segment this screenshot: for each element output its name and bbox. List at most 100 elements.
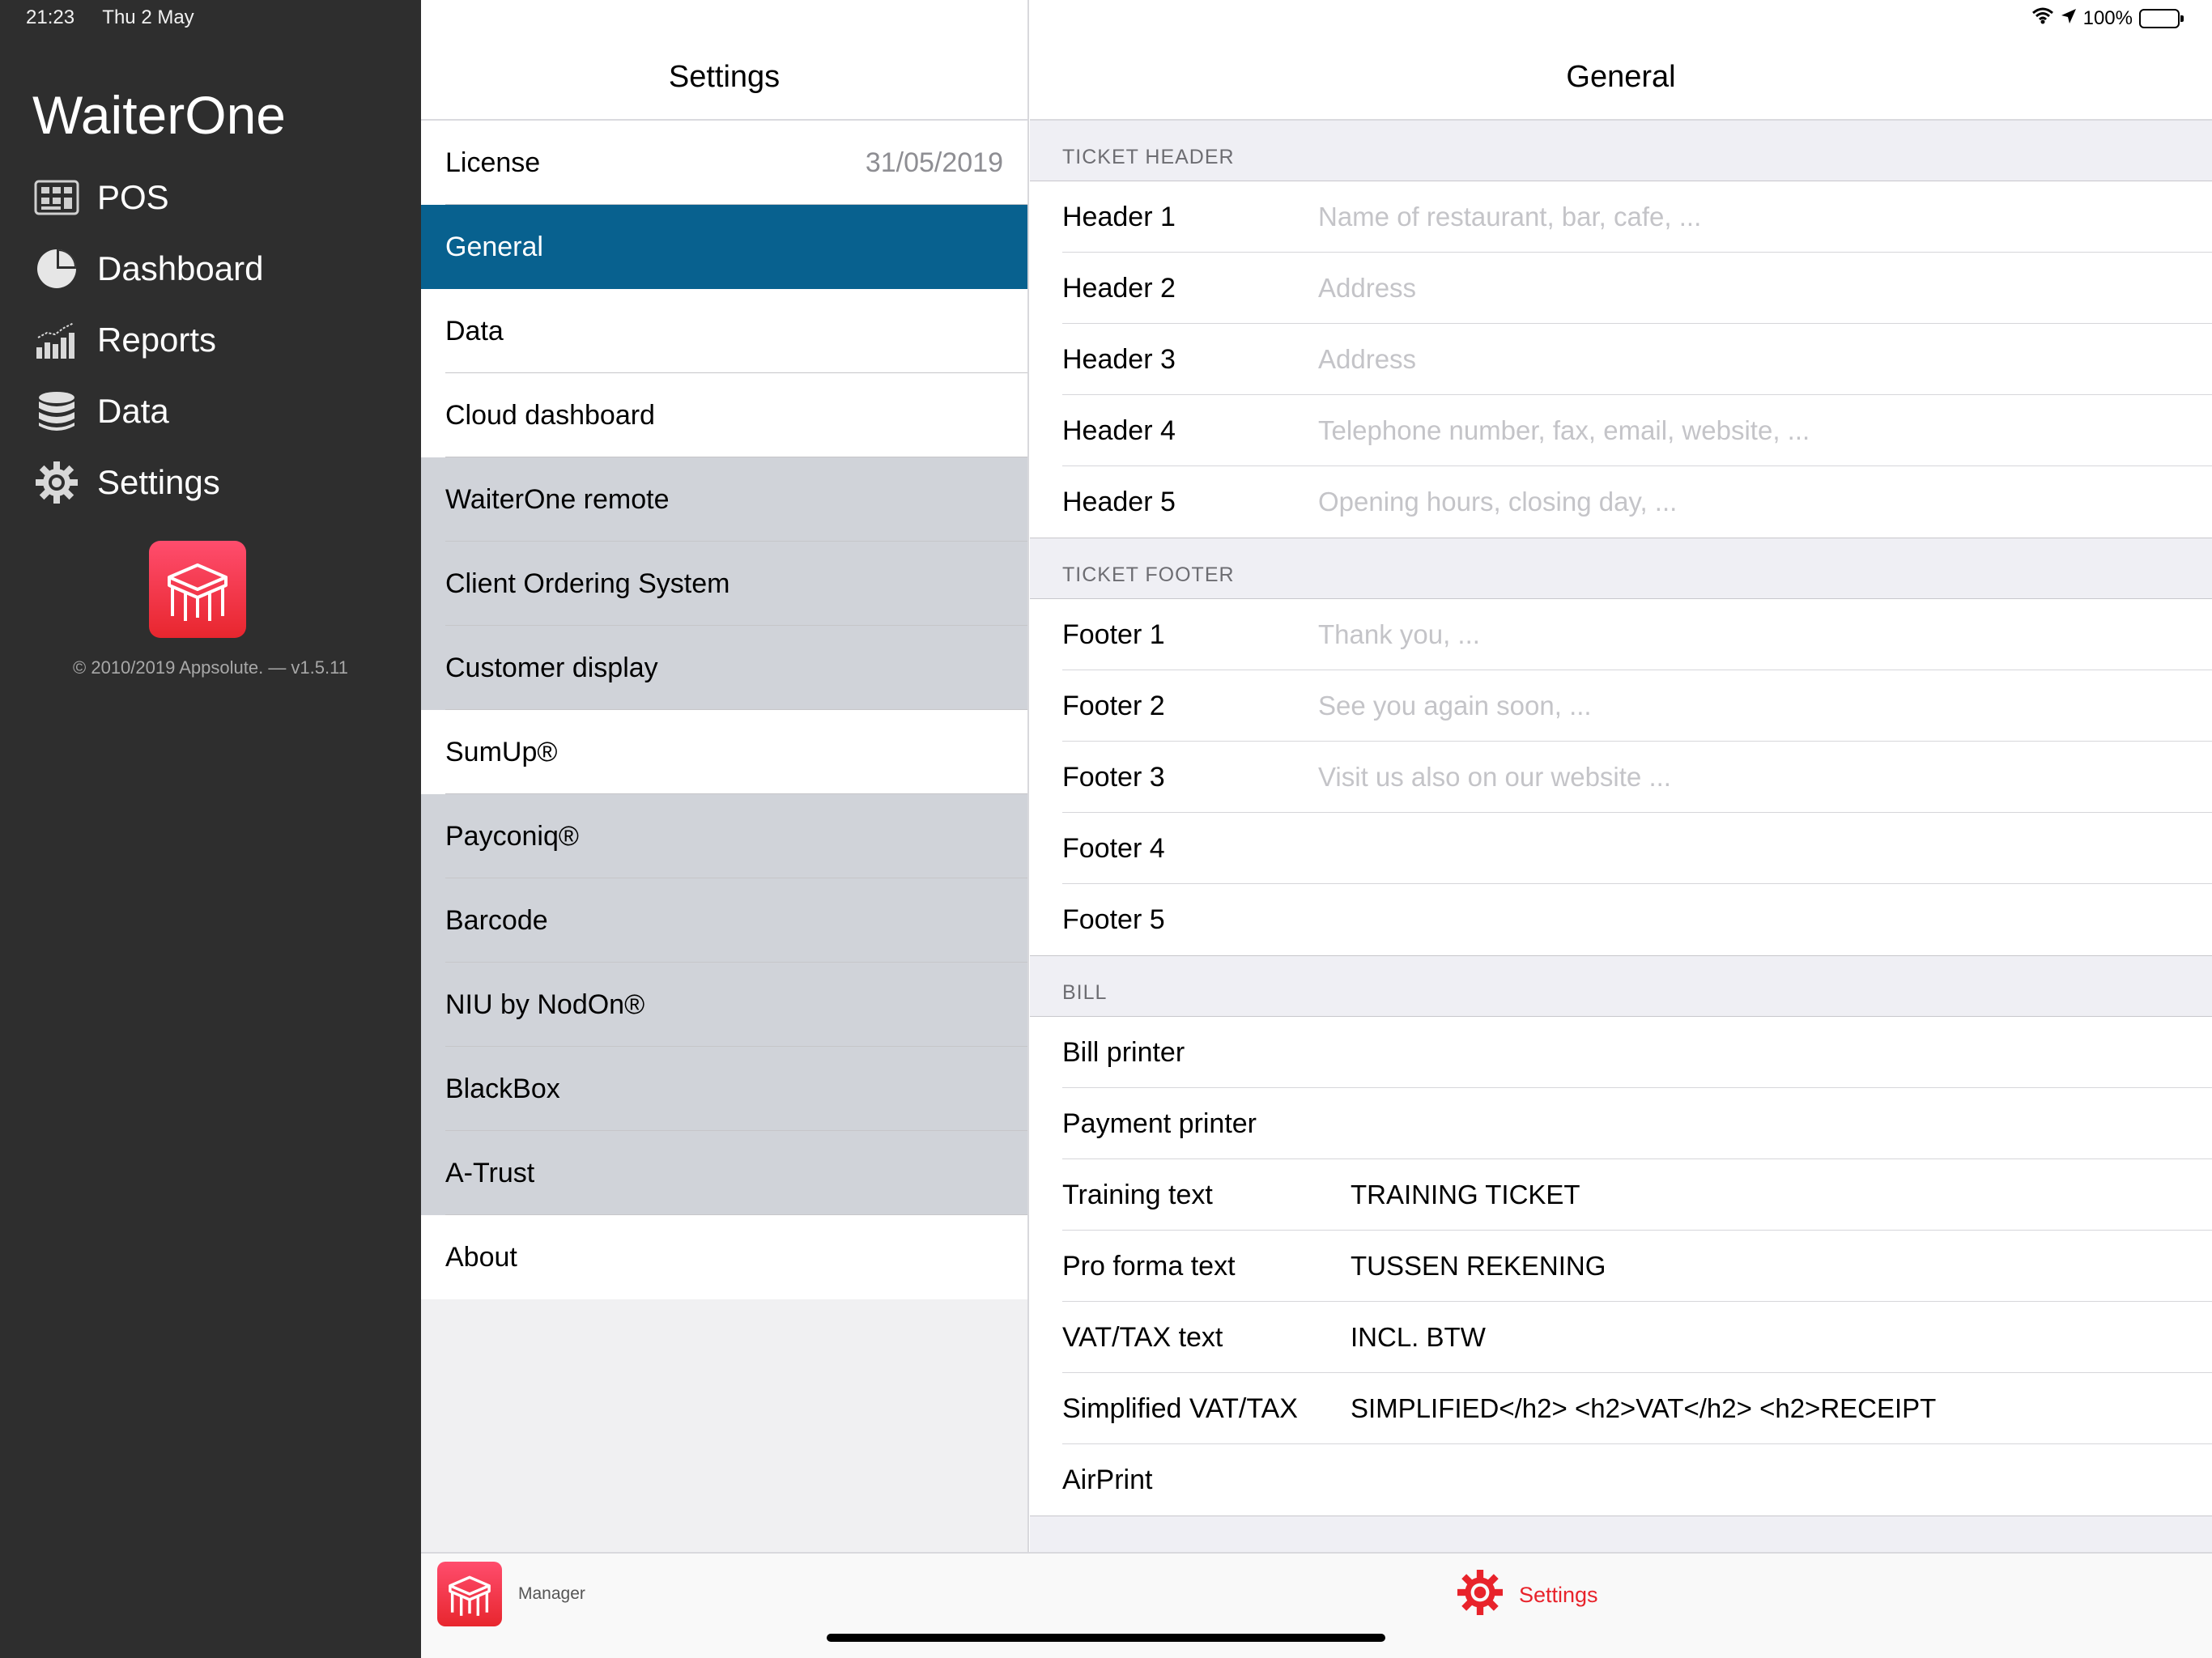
header-4-row[interactable]: Header 4 Telephone number, fax, email, w…	[1030, 395, 2212, 466]
settings-column: Settings License 31/05/2019 General Data…	[421, 0, 1029, 1658]
menu-item-niu-by-nodon[interactable]: NIU by NodOn®	[421, 963, 1027, 1047]
section-ticket-footer: TICKET FOOTER	[1062, 563, 1235, 586]
menu-item-general[interactable]: General	[421, 205, 1027, 289]
footer-3-field[interactable]: Visit us also on our website ...	[1318, 762, 1671, 793]
header-5-field[interactable]: Opening hours, closing day, ...	[1318, 487, 1677, 517]
tab-settings[interactable]: Settings	[1457, 1570, 1598, 1621]
header-1-row[interactable]: Header 1 Name of restaurant, bar, cafe, …	[1030, 181, 2212, 253]
bar-chart-icon	[32, 316, 81, 364]
nav-item-settings[interactable]: Settings	[32, 447, 263, 518]
menu-item-blackbox[interactable]: BlackBox	[421, 1047, 1027, 1131]
header-2-field[interactable]: Address	[1318, 273, 1416, 304]
battery-percent: 100%	[2082, 6, 2133, 29]
menu-item-cloud-dashboard[interactable]: Cloud dashboard	[421, 373, 1027, 457]
menu-item-about[interactable]: About	[421, 1215, 1027, 1299]
menu-item-payconiq[interactable]: Payconiq®	[421, 794, 1027, 878]
ticket-header-group: Header 1 Name of restaurant, bar, cafe, …	[1030, 181, 2212, 538]
tab-label: Manager	[518, 1584, 585, 1603]
main-nav: POS Dashboard Reports Data Settings	[32, 162, 263, 518]
header-3-row[interactable]: Header 3 Address	[1030, 324, 2212, 395]
header-5-row[interactable]: Header 5 Opening hours, closing day, ...	[1030, 466, 2212, 538]
menu-item-label: License	[445, 147, 541, 178]
battery-icon	[2139, 8, 2184, 28]
footer-5-row[interactable]: Footer 5	[1030, 884, 2212, 955]
tab-manager[interactable]: Manager	[437, 1562, 585, 1626]
menu-item-label: General	[445, 231, 543, 262]
training-text-field[interactable]: TRAINING TICKET	[1318, 1180, 1580, 1210]
footer-1-row[interactable]: Footer 1 Thank you, ...	[1030, 599, 2212, 670]
header-1-field[interactable]: Name of restaurant, bar, cafe, ...	[1318, 202, 1701, 232]
settings-title: Settings	[668, 60, 781, 94]
pro-forma-text-row[interactable]: Pro forma text TUSSEN REKENING	[1030, 1231, 2212, 1302]
database-icon	[32, 387, 81, 436]
menu-item-label: Payconiq®	[445, 820, 579, 852]
license-expiry-value: 31/05/2019	[865, 147, 1003, 178]
vat-tax-text-field[interactable]: INCL. BTW	[1318, 1322, 1486, 1353]
simplified-vat-tax-row[interactable]: Simplified VAT/TAX SIMPLIFIED</h2> <h2>V…	[1030, 1373, 2212, 1444]
status-time: 21:23	[26, 6, 75, 28]
menu-item-label: WaiterOne remote	[445, 483, 670, 515]
menu-item-label: NIU by NodOn®	[445, 988, 645, 1020]
row-label: Training text	[1062, 1179, 1213, 1210]
header-2-row[interactable]: Header 2 Address	[1030, 253, 2212, 324]
header-4-field[interactable]: Telephone number, fax, email, website, .…	[1318, 415, 1810, 446]
nav-item-dashboard[interactable]: Dashboard	[32, 233, 263, 304]
location-arrow-icon	[2061, 7, 2077, 30]
footer-3-row[interactable]: Footer 3 Visit us also on our website ..…	[1030, 742, 2212, 813]
training-text-row[interactable]: Training text TRAINING TICKET	[1030, 1159, 2212, 1231]
nav-item-label: POS	[97, 178, 169, 216]
menu-item-sumup[interactable]: SumUp®	[421, 710, 1027, 794]
nav-item-reports[interactable]: Reports	[32, 304, 263, 376]
row-label: Footer 1	[1062, 619, 1165, 650]
gear-icon	[32, 458, 81, 507]
app-logo	[149, 541, 246, 638]
pro-forma-text-field[interactable]: TUSSEN REKENING	[1318, 1251, 1606, 1282]
row-label: Payment printer	[1062, 1107, 1257, 1139]
nav-item-pos[interactable]: POS	[32, 162, 263, 233]
menu-item-data[interactable]: Data	[421, 289, 1027, 373]
menu-item-label: Cloud dashboard	[445, 399, 655, 431]
app-sidebar: 21:23 Thu 2 May WaiterOne POS Dashboard …	[0, 0, 421, 1658]
vat-tax-text-row[interactable]: VAT/TAX text INCL. BTW	[1030, 1302, 2212, 1373]
row-label: Header 4	[1062, 414, 1176, 446]
footer-4-row[interactable]: Footer 4	[1030, 813, 2212, 884]
row-label: Bill printer	[1062, 1036, 1185, 1068]
header-3-field[interactable]: Address	[1318, 344, 1416, 375]
row-label: Simplified VAT/TAX	[1062, 1392, 1298, 1424]
menu-item-label: Data	[445, 315, 504, 346]
menu-item-label: BlackBox	[445, 1073, 560, 1104]
nav-item-label: Data	[97, 392, 169, 430]
row-label: Header 5	[1062, 486, 1176, 517]
menu-item-a-trust[interactable]: A-Trust	[421, 1131, 1027, 1215]
table-logo-icon	[437, 1562, 502, 1626]
section-bill: BILL	[1062, 981, 1108, 1004]
menu-item-label: Barcode	[445, 904, 548, 936]
menu-item-label: Client Ordering System	[445, 568, 730, 599]
row-label: Footer 4	[1062, 832, 1165, 864]
app-title: WaiterOne	[32, 85, 286, 145]
bottom-tab-bar: Manager Settings	[421, 1552, 2212, 1658]
wifi-icon	[2031, 6, 2054, 30]
simplified-vat-tax-field[interactable]: SIMPLIFIED</h2> <h2>VAT</h2> <h2>RECEIPT	[1318, 1393, 1936, 1424]
airprint-row[interactable]: AirPrint	[1030, 1444, 2212, 1516]
menu-item-license[interactable]: License 31/05/2019	[421, 121, 1027, 205]
menu-item-barcode[interactable]: Barcode	[421, 878, 1027, 963]
menu-item-label: About	[445, 1241, 517, 1273]
row-label: VAT/TAX text	[1062, 1321, 1223, 1353]
payment-printer-row[interactable]: Payment printer	[1030, 1088, 2212, 1159]
nav-item-label: Settings	[97, 463, 220, 501]
row-label: Header 1	[1062, 201, 1176, 232]
menu-item-customer-display[interactable]: Customer display	[421, 626, 1027, 710]
row-label: Header 3	[1062, 343, 1176, 375]
footer-1-field[interactable]: Thank you, ...	[1318, 619, 1480, 650]
bill-printer-row[interactable]: Bill printer	[1030, 1017, 2212, 1088]
menu-item-client-ordering-system[interactable]: Client Ordering System	[421, 542, 1027, 626]
settings-header: Settings	[421, 0, 1027, 121]
footer-2-field[interactable]: See you again soon, ...	[1318, 691, 1592, 721]
settings-menu: License 31/05/2019 General Data Cloud da…	[421, 121, 1027, 1299]
menu-item-waiterone-remote[interactable]: WaiterOne remote	[421, 457, 1027, 542]
row-label: Footer 2	[1062, 690, 1165, 721]
nav-item-data[interactable]: Data	[32, 376, 263, 447]
footer-2-row[interactable]: Footer 2 See you again soon, ...	[1030, 670, 2212, 742]
copyright-text: © 2010/2019 Appsolute. — v1.5.11	[73, 657, 348, 678]
